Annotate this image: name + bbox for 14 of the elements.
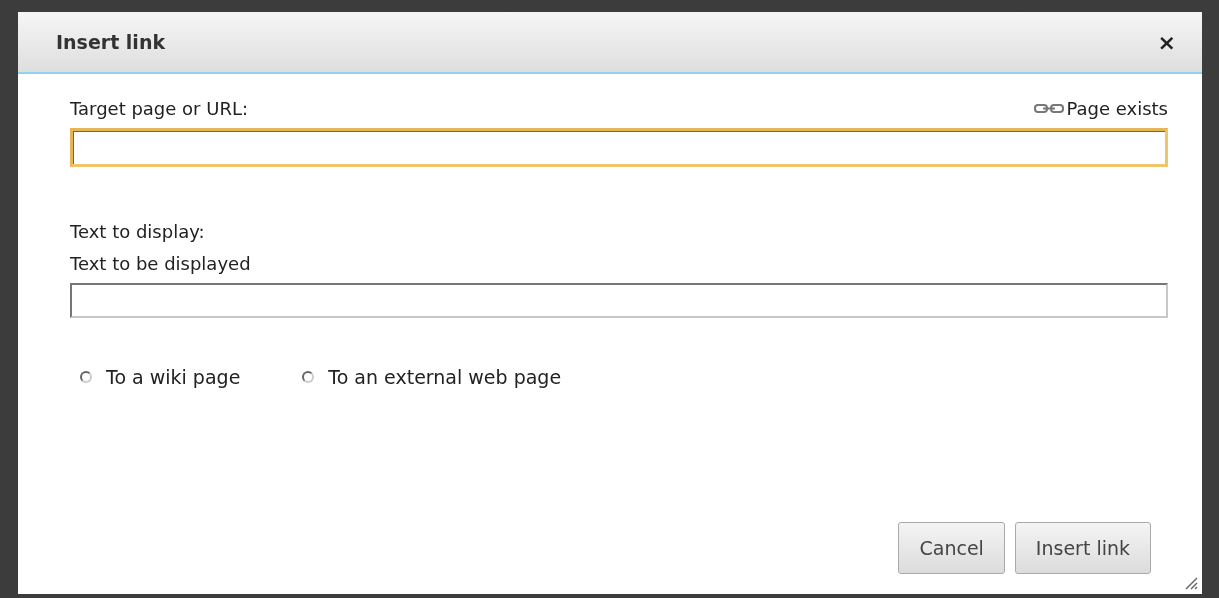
insert-link-button[interactable]: Insert link xyxy=(1014,522,1151,574)
display-text-field[interactable] xyxy=(70,283,1168,318)
target-input-field[interactable] xyxy=(70,128,1168,167)
chain-link-icon xyxy=(1034,102,1065,116)
dialog-title: Insert link xyxy=(56,31,166,53)
cancel-button[interactable]: Cancel xyxy=(898,522,1005,574)
display-label: Text to display: xyxy=(70,221,205,242)
resize-grip-icon[interactable] xyxy=(1184,576,1198,590)
close-button[interactable]: × xyxy=(1153,29,1180,55)
display-hint-text: Text to be displayed xyxy=(70,253,251,274)
page-status-text: Page exists xyxy=(1066,97,1168,121)
link-type-radio[interactable]: To an external web page xyxy=(302,366,562,388)
link-type-radio[interactable]: To a wiki page xyxy=(80,366,241,388)
target-label: Target page or URL: xyxy=(70,97,248,121)
